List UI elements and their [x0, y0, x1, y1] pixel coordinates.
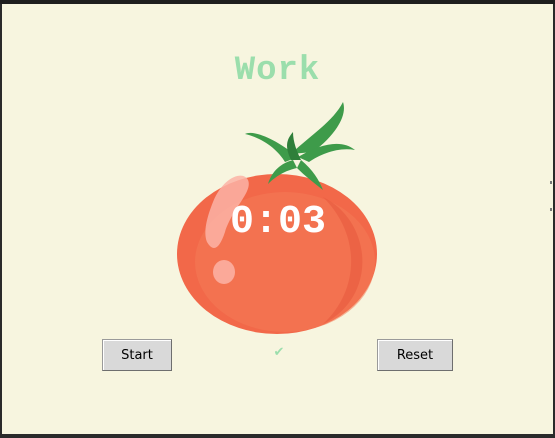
reset-button[interactable]: Reset	[377, 339, 453, 371]
timer-display: 0:03	[229, 200, 326, 245]
check-icon: ✔	[273, 345, 285, 360]
window-edge-mark	[550, 208, 552, 211]
mode-title: Work	[234, 52, 321, 90]
app-canvas: Work 0:03 Start ✔ Reset	[2, 4, 553, 434]
start-button[interactable]: Start	[102, 339, 172, 371]
pomodoro-window: Work 0:03 Start ✔ Reset	[0, 0, 555, 438]
window-edge-mark	[550, 181, 552, 184]
